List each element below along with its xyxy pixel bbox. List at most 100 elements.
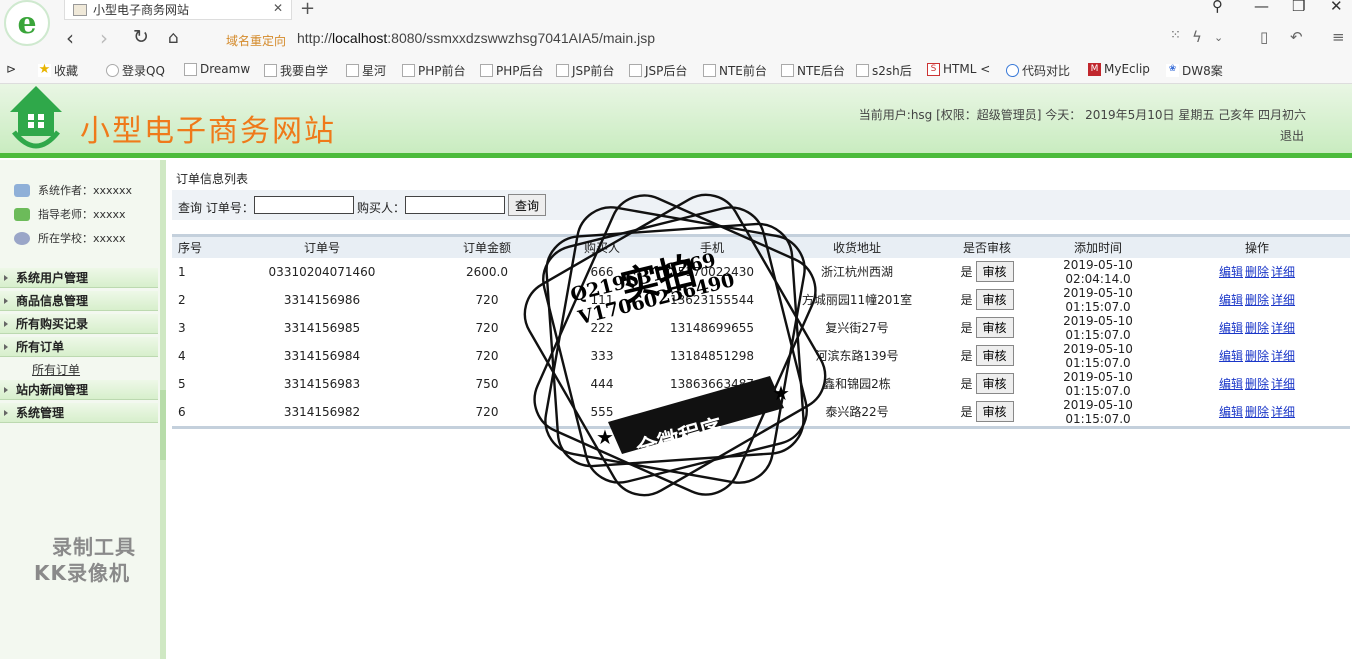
bookmark-icon[interactable]: ▯ [1260, 28, 1268, 46]
url-field[interactable]: http://localhost:8080/ssmxxdzswwzhsg7041… [297, 30, 655, 46]
audit-cell: 是审核 [942, 342, 1032, 370]
logout-link[interactable]: 退出 [1280, 127, 1304, 144]
edit-link[interactable]: 编辑 [1219, 377, 1243, 391]
bookmark-item[interactable]: NTE前台 [703, 62, 767, 79]
order-amount: 750 [475, 376, 499, 391]
order-no: 03310204071460 [268, 264, 376, 279]
phone: 13184851298 [670, 348, 754, 363]
delete-link[interactable]: 删除 [1245, 377, 1269, 391]
audit-button[interactable]: 审核 [975, 345, 1014, 366]
bookmark-item[interactable]: s2sh后 [856, 62, 912, 79]
site-header: 小型电子商务网站 当前用户:hsg [权限：超级管理员] 今天： 2019年5月… [0, 84, 1352, 158]
submenu-all-orders[interactable]: 所有订单 [32, 361, 80, 378]
detail-link[interactable]: 详细 [1271, 293, 1295, 307]
audit-cell: 是审核 [942, 286, 1032, 314]
bookmark-item[interactable]: 登录QQ [106, 62, 165, 79]
close-tab-icon[interactable]: ✕ [273, 1, 283, 15]
recorder-watermark: 录制工具 KK录像机 [34, 535, 136, 585]
menu-all-orders[interactable]: 所有订单 [0, 337, 158, 357]
browser-tab[interactable]: 小型电子商务网站 ✕ [64, 0, 292, 20]
bookmarks-bar: ⊳ ★ 收藏 登录QQ Dreamw 我要自学 星河 PHP前台 PHP后台 JS… [0, 60, 1352, 82]
detail-link[interactable]: 详细 [1271, 265, 1295, 279]
audit-button[interactable]: 审核 [975, 317, 1014, 338]
sidebar-splitter[interactable] [160, 390, 166, 460]
redirect-label: 域名重定向 [226, 34, 287, 48]
bookmark-item[interactable]: 星河 [346, 62, 386, 79]
detail-link[interactable]: 详细 [1271, 377, 1295, 391]
search-button[interactable]: 查询 [508, 194, 546, 216]
detail-link[interactable]: 详细 [1271, 349, 1295, 363]
bookmarks-toggle-icon[interactable]: ⊳ [6, 62, 16, 76]
bookmark-item[interactable]: PHP后台 [480, 62, 544, 79]
pin-icon[interactable]: ⚲ [1212, 0, 1223, 15]
audit-button[interactable]: 审核 [975, 261, 1014, 282]
bookmark-item[interactable]: 我要自学 [264, 62, 328, 79]
bookmark-item[interactable]: 代码对比 [1006, 62, 1070, 79]
buyer-input[interactable] [405, 196, 505, 214]
row-index: 2 [178, 292, 186, 307]
bookmark-item[interactable]: ❀ DW8案 [1166, 62, 1223, 79]
col-header: 订单金额 [422, 235, 552, 258]
audit-button[interactable]: 审核 [975, 401, 1014, 422]
col-header: 添加时间 [1032, 235, 1164, 258]
delete-link[interactable]: 删除 [1245, 293, 1269, 307]
operations-cell: 编辑 删除 详细 [1164, 370, 1350, 398]
bookmark-item[interactable]: Dreamw [184, 62, 250, 76]
phone: 13846512236 [670, 404, 754, 419]
address: 河滨东路139号 [815, 349, 899, 363]
order-no: 3314156986 [283, 292, 361, 307]
row-index: 1 [178, 264, 186, 279]
lightning-icon[interactable]: ϟ [1192, 28, 1202, 46]
address: 复兴街27号 [825, 321, 889, 335]
delete-link[interactable]: 删除 [1245, 265, 1269, 279]
chevron-down-icon[interactable]: ⌄ [1214, 31, 1223, 44]
refresh-icon[interactable]: ↻ [133, 26, 149, 48]
audit-cell: 是审核 [942, 370, 1032, 398]
grid-icon[interactable]: ⁙ [1170, 28, 1181, 43]
undo-icon[interactable]: ↶ [1290, 28, 1303, 46]
bookmark-item[interactable]: PHP前台 [402, 62, 466, 79]
menu-system-management[interactable]: 系统管理 [0, 403, 158, 423]
page-icon [184, 62, 197, 76]
audit-button[interactable]: 审核 [975, 289, 1014, 310]
menu-user-management[interactable]: 系统用户管理 [0, 268, 158, 288]
bookmark-item[interactable]: ★ 收藏 [38, 62, 78, 79]
detail-link[interactable]: 详细 [1271, 321, 1295, 335]
new-tab-icon[interactable]: + [300, 0, 315, 19]
minimize-icon[interactable]: — [1254, 0, 1269, 15]
bookmark-item[interactable]: S HTML < [927, 62, 990, 76]
audit-button[interactable]: 审核 [975, 373, 1014, 394]
delete-link[interactable]: 删除 [1245, 405, 1269, 419]
edit-link[interactable]: 编辑 [1219, 293, 1243, 307]
author-info: 系统作者：xxxxxx [14, 182, 132, 198]
menu-news-management[interactable]: 站内新闻管理 [0, 380, 158, 400]
edit-link[interactable]: 编辑 [1219, 349, 1243, 363]
bookmark-item[interactable]: M MyEclip [1088, 62, 1150, 76]
bookmark-item[interactable]: JSP后台 [629, 62, 687, 79]
delete-link[interactable]: 删除 [1245, 321, 1269, 335]
home-icon[interactable]: ⌂ [168, 28, 179, 48]
menu-icon[interactable]: ≡ [1332, 28, 1345, 46]
edit-link[interactable]: 编辑 [1219, 321, 1243, 335]
delete-link[interactable]: 删除 [1245, 349, 1269, 363]
page-icon [480, 64, 493, 77]
url-path: :8080/ssmxxdzswwzhsg7041AIA5/main.jsp [387, 30, 655, 46]
edit-link[interactable]: 编辑 [1219, 405, 1243, 419]
page-icon [703, 64, 716, 77]
menu-purchase-records[interactable]: 所有购买记录 [0, 314, 158, 334]
order-no-input[interactable] [254, 196, 354, 214]
bookmark-item[interactable]: NTE后台 [781, 62, 845, 79]
back-icon[interactable]: ‹ [66, 26, 74, 50]
menu-product-management[interactable]: 商品信息管理 [0, 291, 158, 311]
detail-link[interactable]: 详细 [1271, 405, 1295, 419]
bookmark-item[interactable]: JSP前台 [556, 62, 614, 79]
forward-icon[interactable]: › [100, 26, 108, 50]
order-amount: 720 [475, 348, 499, 363]
col-header: 手机 [652, 235, 772, 258]
edit-link[interactable]: 编辑 [1219, 265, 1243, 279]
col-header: 序号 [172, 235, 222, 258]
audit-status: 是 [960, 265, 973, 279]
order-amount: 720 [475, 320, 499, 335]
close-window-icon[interactable]: ✕ [1330, 0, 1343, 15]
maximize-icon[interactable]: ❐ [1292, 0, 1305, 15]
